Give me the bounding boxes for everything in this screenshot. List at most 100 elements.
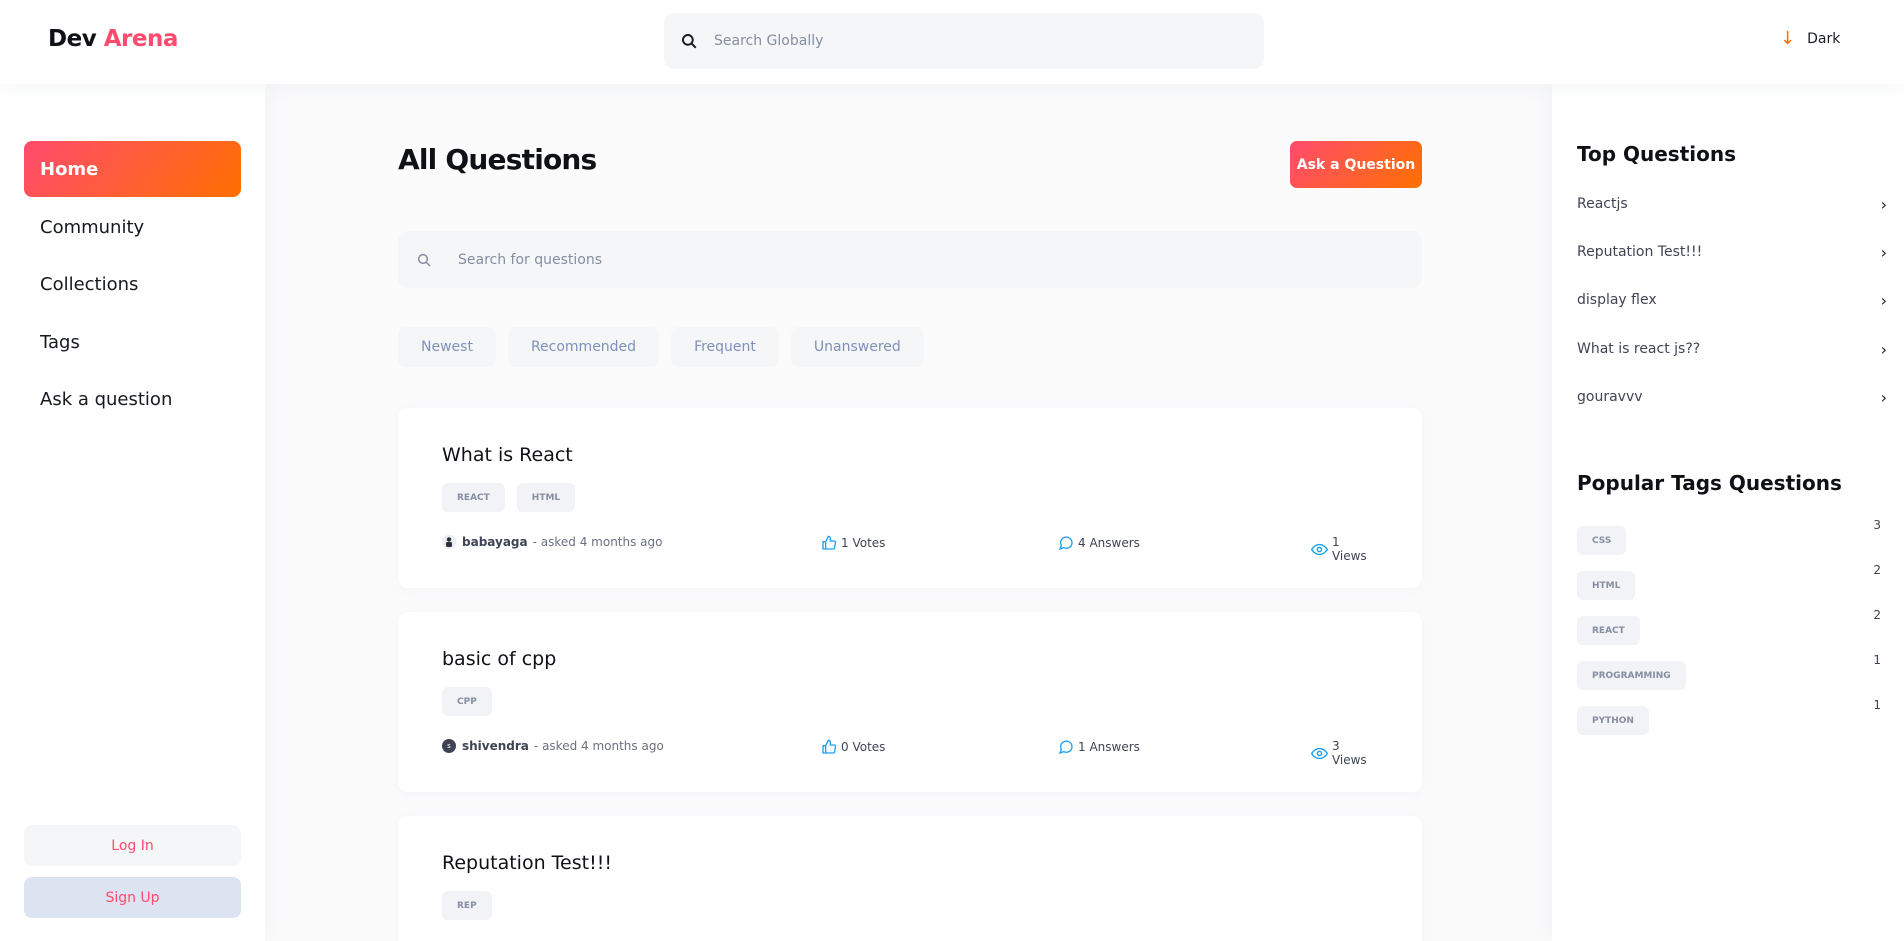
filter-frequent[interactable]: Frequent (671, 327, 779, 367)
popular-tag-item[interactable]: REACT 2 (1577, 608, 1887, 646)
sidebar-item-label: Home (40, 158, 99, 180)
filter-bar: Newest Recommended Frequent Unanswered (398, 327, 924, 367)
asked-time: - asked 4 months ago (533, 739, 664, 753)
sidebar-item-ask-question[interactable]: Ask a question (24, 371, 241, 427)
answers-count: 1 Answers (1078, 740, 1140, 754)
views-count: 1 Views (1331, 535, 1367, 563)
signup-button[interactable]: Sign Up (24, 877, 241, 918)
tag-chip[interactable]: CPP (442, 687, 492, 716)
top-questions-heading: Top Questions (1577, 142, 1737, 166)
top-question-label: gouravvv (1577, 389, 1643, 405)
sidebar-item-label: Community (40, 216, 145, 238)
views-stat: 3 Views (1311, 739, 1378, 767)
question-card: basic of cpp CPP s shivendra - asked 4 m… (398, 612, 1422, 792)
votes-stat: 1 Votes (821, 535, 885, 551)
top-question-item[interactable]: Reputation Test!!! › (1577, 241, 1887, 263)
popular-tag-item[interactable]: PROGRAMMING 1 (1577, 653, 1887, 691)
top-question-label: Reputation Test!!! (1577, 244, 1703, 260)
chevron-right-icon: › (1880, 387, 1887, 407)
top-question-item[interactable]: What is react js?? › (1577, 338, 1887, 360)
global-search-input[interactable] (714, 33, 1234, 49)
question-tags: REP (442, 891, 492, 920)
question-title[interactable]: Reputation Test!!! (442, 852, 612, 874)
arrow-down-icon: ↓ (1780, 28, 1796, 49)
message-icon (1058, 740, 1073, 755)
filter-unanswered[interactable]: Unanswered (790, 327, 924, 367)
logo-text-accent: Arena (103, 26, 179, 52)
views-count: 3 Views (1331, 739, 1367, 767)
question-search-bar[interactable] (398, 231, 1422, 288)
right-sidebar: Top Questions Reactjs › Reputation Test!… (1552, 84, 1904, 941)
top-question-item[interactable]: display flex › (1577, 289, 1887, 311)
thumbs-up-icon (822, 739, 837, 754)
theme-toggle[interactable]: ↓ Dark (1780, 30, 1840, 48)
eye-icon (1311, 543, 1328, 555)
tag-count: 1 (1873, 653, 1881, 667)
sidebar-item-label: Tags (40, 331, 80, 353)
asked-time: - asked 4 months ago (532, 535, 663, 549)
tag-count: 2 (1873, 563, 1881, 577)
global-search-bar[interactable] (664, 13, 1264, 69)
answers-stat: 1 Answers (1058, 739, 1140, 755)
question-search-input[interactable] (458, 251, 1358, 268)
question-author[interactable]: s shivendra - asked 4 months ago (442, 739, 664, 753)
ask-question-button[interactable]: Ask a Question (1290, 141, 1422, 188)
top-question-label: display flex (1577, 292, 1657, 308)
sidebar-item-home[interactable]: Home (24, 141, 241, 197)
popular-tags-heading: Popular Tags Questions (1577, 471, 1842, 495)
tag-count: 2 (1873, 608, 1881, 622)
answers-count: 4 Answers (1078, 536, 1140, 550)
tag-chip[interactable]: REP (442, 891, 492, 920)
tag-chip: CSS (1577, 526, 1627, 555)
eye-icon (1311, 747, 1328, 759)
top-navbar: Dev Arena ↓ Dark (0, 0, 1904, 84)
popular-tag-item[interactable]: HTML 2 (1577, 563, 1887, 601)
left-sidebar: Home Community Collections Tags Ask a qu… (0, 84, 265, 941)
top-question-item[interactable]: gouravvv › (1577, 386, 1887, 408)
page-title: All Questions (398, 143, 597, 176)
votes-count: 0 Votes (841, 740, 886, 754)
chevron-right-icon: › (1880, 339, 1887, 359)
author-name: shivendra (462, 739, 529, 753)
question-author[interactable]: babayaga - asked 4 months ago (442, 535, 663, 549)
tag-chip: REACT (1577, 616, 1640, 645)
question-card: Reputation Test!!! REP (398, 816, 1422, 941)
author-name: babayaga (462, 535, 528, 549)
answers-stat: 4 Answers (1058, 535, 1140, 551)
avatar (442, 535, 456, 549)
question-meta: s shivendra - asked 4 months ago 0 Votes… (442, 739, 1378, 767)
avatar: s (442, 739, 456, 753)
votes-count: 1 Votes (841, 536, 886, 550)
logo-text-primary: Dev (48, 26, 97, 52)
question-tags: CPP (442, 687, 492, 716)
votes-stat: 0 Votes (821, 739, 885, 755)
tag-count: 3 (1873, 518, 1881, 532)
popular-tag-item[interactable]: CSS 3 (1577, 518, 1887, 556)
login-button[interactable]: Log In (24, 825, 241, 866)
question-tags: REACT HTML (442, 483, 576, 512)
top-question-item[interactable]: Reactjs › (1577, 193, 1887, 215)
sidebar-item-collections[interactable]: Collections (24, 256, 241, 312)
tag-chip[interactable]: HTML (516, 483, 576, 512)
app-logo[interactable]: Dev Arena (48, 26, 178, 52)
sidebar-item-community[interactable]: Community (24, 199, 241, 255)
avatar-illustration (446, 537, 452, 547)
question-title[interactable]: basic of cpp (442, 648, 556, 670)
question-meta: babayaga - asked 4 months ago 1 Votes 4 … (442, 535, 1378, 563)
views-stat: 1 Views (1311, 535, 1378, 563)
popular-tag-item[interactable]: PYTHON 1 (1577, 698, 1887, 736)
tag-chip[interactable]: REACT (442, 483, 505, 512)
chevron-right-icon: › (1880, 290, 1887, 310)
sidebar-item-tags[interactable]: Tags (24, 314, 241, 370)
search-icon (417, 253, 431, 267)
chevron-right-icon: › (1880, 242, 1887, 262)
theme-label: Dark (1807, 31, 1841, 47)
chevron-right-icon: › (1880, 194, 1887, 214)
tag-chip: HTML (1577, 571, 1636, 600)
filter-newest[interactable]: Newest (398, 327, 496, 367)
top-question-label: Reactjs (1577, 196, 1628, 212)
question-title[interactable]: What is React (442, 444, 573, 466)
main-content: All Questions Ask a Question Newest Reco… (265, 84, 1552, 941)
tag-count: 1 (1873, 698, 1881, 712)
filter-recommended[interactable]: Recommended (507, 327, 660, 367)
